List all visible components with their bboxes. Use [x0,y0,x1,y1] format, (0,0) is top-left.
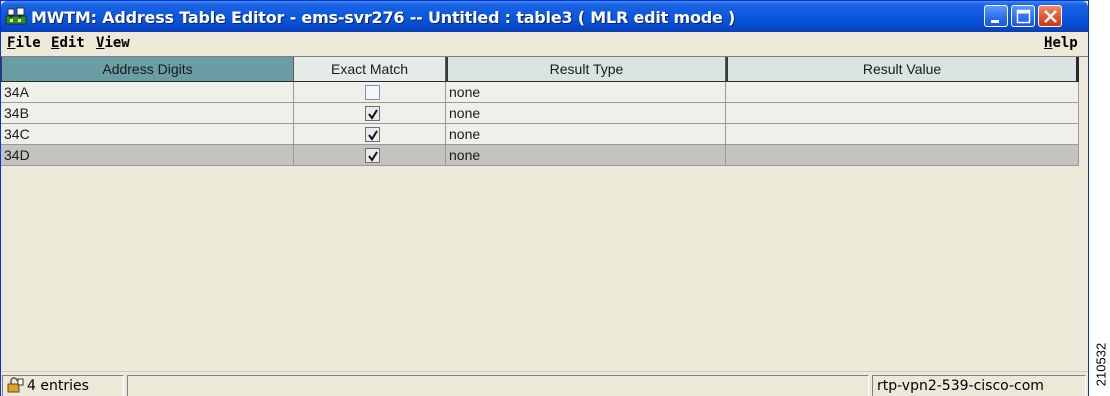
exact-match-checkbox[interactable] [365,148,380,163]
result-type-cell[interactable]: none [446,145,726,166]
result-value-cell[interactable] [726,145,1079,166]
address-digits-cell[interactable]: 34D [1,145,294,166]
result-type-cell[interactable]: none [446,82,726,103]
menu-edit-label: dit [59,35,85,51]
table-row[interactable]: 34C none [1,124,1088,145]
result-value-cell[interactable] [726,103,1079,124]
exact-match-checkbox[interactable] [365,85,380,100]
column-header-address-digits[interactable]: Address Digits [1,57,294,82]
result-value-cell[interactable] [726,124,1079,145]
minimize-button[interactable] [984,5,1008,27]
exact-match-checkbox[interactable] [365,106,380,121]
close-button[interactable] [1038,5,1062,27]
status-bar: 4 entries rtp-vpn2-539-cisco-com [1,371,1088,396]
checkmark-icon [368,151,378,162]
address-table-editor-window: MWTM: Address Table Editor - ems-svr276 … [0,0,1089,396]
table-row[interactable]: 34B none [1,103,1088,124]
window-title: MWTM: Address Table Editor - ems-svr276 … [31,8,736,27]
address-digits-cell[interactable]: 34A [1,82,294,103]
column-header-result-value[interactable]: Result Value [726,57,1079,82]
result-type-cell[interactable]: none [446,103,726,124]
exact-match-cell[interactable] [294,103,446,124]
checkmark-icon [368,109,378,120]
menu-bar: File Edit View Help [1,32,1088,55]
entries-count: 4 entries [27,378,89,394]
figure-id-label: 210532 [1093,342,1109,387]
table-row-selected[interactable]: 34D none [1,145,1088,166]
table-row[interactable]: 34A none [1,82,1088,103]
close-icon [1044,10,1057,23]
address-digits-cell[interactable]: 34C [1,124,294,145]
lock-icon [7,377,24,393]
column-header-label: Result Value [862,61,942,77]
exact-match-cell[interactable] [294,124,446,145]
title-bar[interactable]: MWTM: Address Table Editor - ems-svr276 … [1,1,1088,32]
entries-count-panel: 4 entries [2,375,124,396]
menu-view[interactable]: View [96,35,130,51]
figure-id: 210532 [1092,334,1109,394]
address-digits-cell[interactable]: 34B [1,103,294,124]
exact-match-cell[interactable] [294,145,446,166]
app-network-icon [5,7,27,25]
menu-view-label: iew [104,35,130,51]
column-header-label: Result Type [549,61,624,77]
address-table[interactable]: Address Digits Exact Match Result Type R… [1,56,1088,370]
exact-match-cell[interactable] [294,82,446,103]
column-header-exact-match[interactable]: Exact Match [294,57,446,82]
column-header-result-type[interactable]: Result Type [446,57,726,82]
maximize-icon [1016,9,1031,24]
result-type-cell[interactable]: none [446,124,726,145]
column-header-label: Exact Match [330,61,409,77]
result-value-cell[interactable] [726,82,1079,103]
menu-help[interactable]: Help [1044,35,1078,51]
host-name: rtp-vpn2-539-cisco-com [872,375,1086,396]
maximize-button[interactable] [1011,5,1035,27]
menu-help-label: elp [1052,35,1078,51]
menu-file-label: ile [15,35,41,51]
column-header-label: Address Digits [102,61,193,77]
minimize-icon [991,20,999,23]
exact-match-checkbox[interactable] [365,127,380,142]
status-message-panel [127,375,869,396]
menu-edit[interactable]: Edit [51,35,85,51]
checkmark-icon [368,130,378,141]
menu-file[interactable]: File [7,35,41,51]
